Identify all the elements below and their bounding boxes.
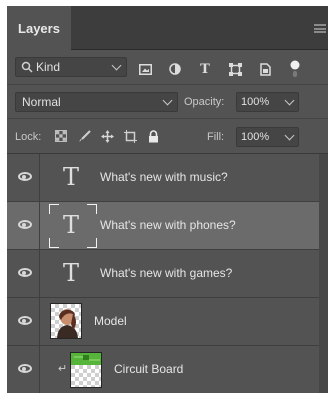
panel-tab-bar: Layers xyxy=(7,6,328,50)
visibility-toggle[interactable] xyxy=(7,298,40,345)
layer-name: What's new with games? xyxy=(100,266,233,280)
visibility-toggle[interactable] xyxy=(7,250,40,297)
opacity-field[interactable]: 100% xyxy=(236,92,299,112)
filter-icons: T xyxy=(138,55,318,83)
visibility-toggle[interactable] xyxy=(7,202,40,249)
layer-name: What's new with music? xyxy=(100,170,228,184)
tab-layers[interactable]: Layers xyxy=(7,6,71,50)
lock-all-icon[interactable] xyxy=(146,129,160,143)
model-portrait-icon xyxy=(57,309,78,338)
opacity-label: Opacity: xyxy=(184,96,225,108)
visibility-toggle[interactable] xyxy=(7,346,40,393)
eye-icon xyxy=(18,316,32,325)
fill-label: Fill: xyxy=(207,131,225,143)
lock-transparent-pixels-icon[interactable] xyxy=(54,129,68,143)
layer-row[interactable]: Model xyxy=(7,298,319,346)
eye-icon xyxy=(18,172,32,181)
text-layer-icon: T xyxy=(63,259,80,287)
eye-icon xyxy=(18,268,32,277)
lock-row: Lock: Fill: 100% xyxy=(7,118,328,154)
image-filter-icon[interactable] xyxy=(138,62,152,76)
layer-thumbnail xyxy=(50,303,82,339)
fill-field[interactable]: 100% xyxy=(236,127,299,147)
lock-icons xyxy=(54,129,169,143)
adjustment-filter-icon[interactable] xyxy=(168,62,182,76)
layer-name: Circuit Board xyxy=(114,362,184,376)
layer-name: What's new with phones? xyxy=(100,218,236,232)
lock-label: Lock: xyxy=(15,131,42,143)
layer-thumbnail xyxy=(70,352,102,388)
chevron-down-icon xyxy=(111,60,122,71)
blend-mode-value: Normal xyxy=(22,95,61,109)
blend-mode-dropdown[interactable]: Normal xyxy=(15,92,178,112)
smart-object-filter-icon[interactable] xyxy=(258,62,272,76)
eye-icon xyxy=(18,220,32,229)
layers-panel: Layers Kind T Normal Opacity: 100% Lock:… xyxy=(7,6,328,393)
layer-row[interactable]: ↵ Circuit Board xyxy=(7,346,319,393)
filter-row: Kind T xyxy=(7,51,328,83)
panel-menu-icon[interactable] xyxy=(314,24,326,33)
search-icon xyxy=(21,61,33,73)
filter-kind-dropdown[interactable]: Kind xyxy=(15,57,127,77)
chevron-down-icon[interactable] xyxy=(284,95,295,106)
filter-kind-label: Kind xyxy=(36,60,61,74)
type-filter-icon[interactable]: T xyxy=(198,62,212,77)
clipping-mask-icon: ↵ xyxy=(58,363,68,375)
shape-filter-icon[interactable] xyxy=(228,62,242,76)
opacity-value: 100% xyxy=(241,96,270,108)
lock-image-pixels-icon[interactable] xyxy=(77,129,91,143)
circuit-board-icon xyxy=(71,353,101,365)
visibility-toggle[interactable] xyxy=(7,154,40,201)
layer-row[interactable]: T What's new with music? xyxy=(7,154,319,202)
layer-row[interactable]: T What's new with games? xyxy=(7,250,319,298)
layers-scrollbar[interactable] xyxy=(319,154,328,393)
eye-icon xyxy=(18,364,32,373)
chevron-down-icon xyxy=(162,95,173,106)
lock-position-icon[interactable] xyxy=(100,129,114,143)
layer-name: Model xyxy=(94,314,127,328)
blend-row: Normal Opacity: 100% xyxy=(7,84,328,118)
text-layer-icon: T xyxy=(63,163,80,191)
filter-toggle-icon[interactable] xyxy=(288,60,302,77)
text-layer-icon: T xyxy=(63,211,80,239)
layer-row-selected[interactable]: T What's new with phones? xyxy=(7,202,319,250)
fill-value: 100% xyxy=(241,131,270,143)
chevron-down-icon[interactable] xyxy=(284,130,295,141)
lock-artboard-icon[interactable] xyxy=(123,129,137,143)
